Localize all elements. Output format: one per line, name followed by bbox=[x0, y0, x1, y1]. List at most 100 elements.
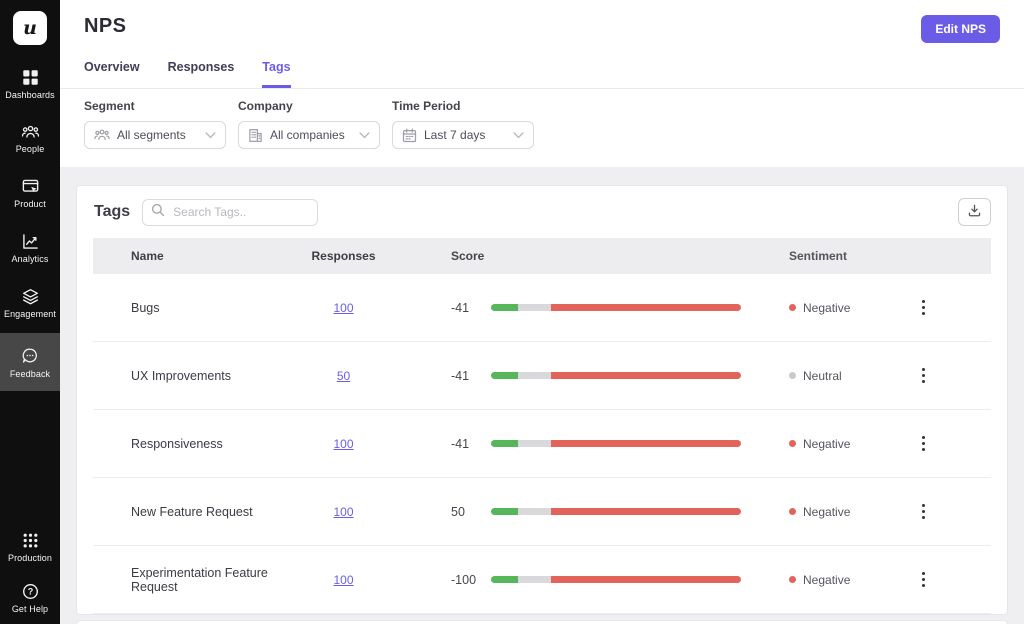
responses-link[interactable]: 50 bbox=[337, 369, 350, 383]
sidebar-item-production[interactable]: Production bbox=[0, 522, 60, 571]
sentiment-label: Neutral bbox=[803, 369, 842, 383]
filters-bar: Segment All segments Company bbox=[60, 89, 1024, 167]
row-menu-button[interactable] bbox=[916, 431, 931, 457]
search-tags-box bbox=[142, 199, 318, 226]
search-tags-input[interactable] bbox=[171, 204, 309, 220]
sentiment-label: Negative bbox=[803, 573, 850, 587]
feedback-icon bbox=[21, 347, 39, 365]
tag-name: Bugs bbox=[131, 301, 301, 315]
sentiment-bar bbox=[491, 304, 741, 311]
app-root: u Dashboards People Product bbox=[0, 0, 1024, 624]
bar-passives bbox=[518, 440, 551, 447]
tag-name: UX Improvements bbox=[131, 369, 301, 383]
chevron-down-icon bbox=[359, 132, 370, 139]
analytics-icon bbox=[22, 233, 39, 250]
bar-promoters bbox=[491, 304, 518, 311]
bar-detractors bbox=[551, 304, 741, 311]
segment-dropdown[interactable]: All segments bbox=[84, 121, 226, 149]
bar-detractors bbox=[551, 372, 741, 379]
sidebar-item-label: People bbox=[16, 144, 45, 154]
score-value: -41 bbox=[386, 437, 491, 451]
edit-nps-button[interactable]: Edit NPS bbox=[921, 15, 1000, 43]
row-menu-button[interactable] bbox=[916, 499, 931, 525]
bar-promoters bbox=[491, 576, 518, 583]
dashboards-icon bbox=[22, 69, 39, 86]
sidebar-item-label: Product bbox=[14, 199, 46, 209]
sentiment-label: Negative bbox=[803, 301, 850, 315]
sentiment-dot bbox=[789, 304, 796, 311]
sidebar-item-label: Feedback bbox=[10, 369, 50, 379]
tab-responses[interactable]: Responses bbox=[168, 60, 235, 88]
score-value: -41 bbox=[386, 301, 491, 315]
svg-text:?: ? bbox=[27, 587, 33, 597]
responses-link[interactable]: 100 bbox=[333, 573, 353, 587]
sidebar-item-get-help[interactable]: ? Get Help bbox=[0, 573, 60, 622]
sentiment-label: Negative bbox=[803, 505, 850, 519]
tag-name: Experimentation Feature Request bbox=[131, 566, 301, 594]
sentiment-bar bbox=[491, 440, 741, 447]
time-period-dropdown-value: Last 7 days bbox=[424, 128, 506, 142]
bar-promoters bbox=[491, 372, 518, 379]
row-menu-button[interactable] bbox=[916, 295, 931, 321]
topbar: NPS Edit NPS Overview Responses Tags bbox=[60, 0, 1024, 89]
segment-dropdown-value: All segments bbox=[117, 128, 198, 142]
column-header-sentiment: Sentiment bbox=[741, 249, 911, 263]
row-menu-button[interactable] bbox=[916, 363, 931, 389]
tags-table: Name Responses Score Sentiment Bugs 100 … bbox=[93, 238, 991, 614]
tag-name: New Feature Request bbox=[131, 505, 301, 519]
company-icon bbox=[248, 128, 263, 143]
sentiment-dot bbox=[789, 372, 796, 379]
sidebar-item-label: Engagement bbox=[4, 309, 56, 319]
score-value: -41 bbox=[386, 369, 491, 383]
time-period-dropdown[interactable]: Last 7 days bbox=[392, 121, 534, 149]
download-button[interactable] bbox=[958, 198, 991, 226]
sentiment-bar bbox=[491, 576, 741, 583]
engagement-icon bbox=[22, 288, 39, 305]
tags-panel-header: Tags bbox=[77, 186, 1007, 238]
bar-detractors bbox=[551, 508, 741, 515]
tabs: Overview Responses Tags bbox=[84, 60, 1000, 88]
chevron-down-icon bbox=[205, 132, 216, 139]
bar-passives bbox=[518, 304, 551, 311]
calendar-icon bbox=[402, 128, 417, 143]
sidebar-item-analytics[interactable]: Analytics bbox=[0, 223, 60, 272]
sentiment-dot bbox=[789, 508, 796, 515]
segment-filter: Segment All segments bbox=[84, 99, 226, 149]
sentiment-label: Negative bbox=[803, 437, 850, 451]
sidebar-item-dashboards[interactable]: Dashboards bbox=[0, 59, 60, 108]
bar-passives bbox=[518, 576, 551, 583]
column-header-score: Score bbox=[386, 249, 491, 263]
column-header-name: Name bbox=[131, 249, 301, 263]
app-logo[interactable]: u bbox=[13, 11, 47, 45]
sidebar-item-people[interactable]: People bbox=[0, 114, 60, 162]
tags-panel: Tags Name bbox=[76, 185, 1008, 615]
panel-title: Tags bbox=[94, 203, 130, 221]
sidebar-item-label: Production bbox=[8, 553, 52, 563]
tab-tags[interactable]: Tags bbox=[262, 60, 290, 88]
page-title: NPS bbox=[84, 15, 126, 38]
sidebar-item-label: Analytics bbox=[12, 254, 49, 264]
tag-name: Responsiveness bbox=[131, 437, 301, 451]
sidebar-item-feedback[interactable]: Feedback bbox=[0, 333, 60, 391]
tab-overview[interactable]: Overview bbox=[84, 60, 140, 88]
company-filter-label: Company bbox=[238, 99, 380, 113]
sidebar-item-label: Get Help bbox=[12, 604, 48, 614]
segments-icon bbox=[94, 128, 110, 142]
company-dropdown-value: All companies bbox=[270, 128, 352, 142]
sidebar: u Dashboards People Product bbox=[0, 0, 60, 624]
sidebar-item-engagement[interactable]: Engagement bbox=[0, 278, 60, 327]
sidebar-item-product[interactable]: Product bbox=[0, 168, 60, 217]
row-menu-button[interactable] bbox=[916, 567, 931, 593]
sentiment-bar bbox=[491, 508, 741, 515]
sentiment-dot bbox=[789, 440, 796, 447]
time-period-filter-label: Time Period bbox=[392, 99, 534, 113]
responses-link[interactable]: 100 bbox=[333, 301, 353, 315]
table-header-row: Name Responses Score Sentiment bbox=[93, 238, 991, 274]
responses-link[interactable]: 100 bbox=[333, 505, 353, 519]
responses-link[interactable]: 100 bbox=[333, 437, 353, 451]
company-dropdown[interactable]: All companies bbox=[238, 121, 380, 149]
score-value: -100 bbox=[386, 573, 491, 587]
table-row: UX Improvements 50 -41 Neutral bbox=[93, 342, 991, 410]
score-value: 50 bbox=[386, 505, 491, 519]
product-icon bbox=[22, 178, 39, 195]
